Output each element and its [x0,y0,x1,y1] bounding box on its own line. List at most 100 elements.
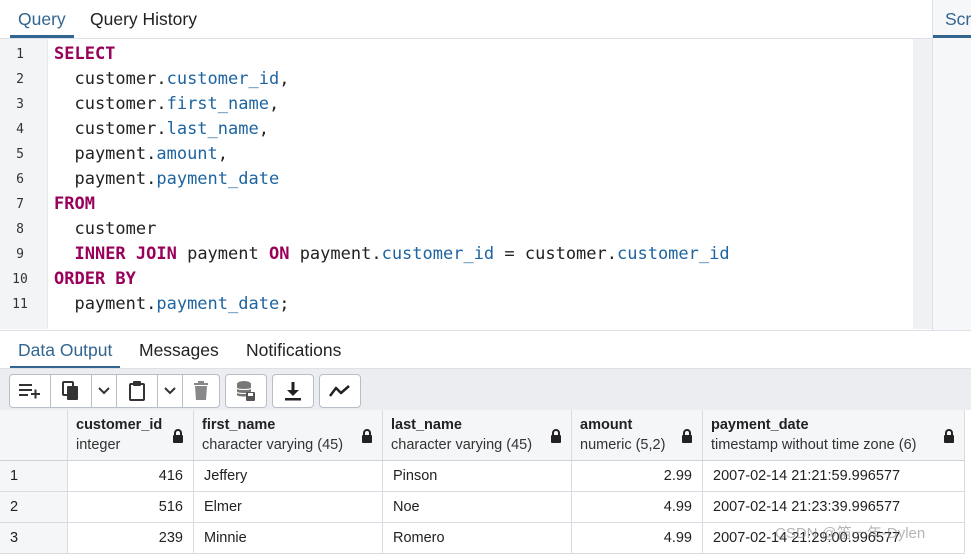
tab-query[interactable]: Query [10,0,74,38]
line-number: 4 [16,122,24,137]
sql-column-name: customer_id [166,69,280,89]
download-icon [285,382,301,401]
code-line: customer.first_name, [54,94,279,114]
paste-button[interactable] [117,375,158,407]
table-row: 2 516 Elmer Noe 4.99 2007-02-14 21:23:39.9965… [0,492,971,523]
graph-icon [329,385,350,397]
sql-keyword: ON [268,244,290,264]
cell-amount[interactable]: 4.99 [572,492,703,523]
output-tab-bar: Data Output Messages Notifications [0,330,971,369]
cell-first-name[interactable]: Elmer [194,492,383,523]
cell-first-name[interactable]: Minnie [194,523,383,554]
sql-column-name: payment_date [156,294,280,314]
cell-payment-date[interactable]: 2007-02-14 21:21:59.996577 [703,461,965,492]
sql-text: customer. [54,119,167,139]
tab-data-output[interactable]: Data Output [10,331,121,369]
chevron-down-icon [164,387,176,395]
sql-column-name: customer_id [617,244,730,264]
line-number: 1 [16,47,24,62]
paste-options-dropdown[interactable] [158,375,183,407]
sql-column-name: last_name [166,119,259,139]
download-button[interactable] [273,375,313,407]
tab-messages[interactable]: Messages [131,331,227,369]
sql-editor[interactable]: 1 2 3 4 5 6 7 8 9 10 11 SELECT customer.customer_i… [0,39,932,329]
column-header-last-name[interactable]: last_name character varying (45) [383,410,572,461]
save-data-button[interactable] [226,375,266,407]
row-number[interactable]: 1 [0,461,68,492]
line-number: 9 [16,247,24,262]
column-header-first-name[interactable]: first_name character varying (45) [194,410,383,461]
sql-text: customer [54,219,157,239]
paste-icon [129,381,145,401]
code-line: customer [54,219,156,239]
sql-text: , [268,94,280,114]
cell-last-name[interactable]: Pinson [383,461,572,492]
tab-notifications[interactable]: Notifications [238,331,349,369]
column-header-payment-date[interactable]: payment_date timestamp without time zone … [703,410,965,461]
cell-customer-id[interactable]: 239 [68,523,194,554]
cell-amount[interactable]: 4.99 [572,523,703,554]
watermark: CSDN @笛一年-Dylen [775,525,926,542]
line-number: 3 [16,97,24,112]
sql-text: payment. [54,144,157,164]
code-line: SELECT [54,44,115,64]
code-line: payment.payment_date [54,169,279,189]
line-number-gutter: 1 2 3 4 5 6 7 8 9 10 11 [0,39,48,329]
cell-amount[interactable]: 2.99 [572,461,703,492]
code-line: customer.last_name, [54,119,269,139]
delete-button[interactable] [183,375,219,407]
row-number[interactable]: 3 [0,523,68,554]
cell-first-name[interactable]: Jeffery [194,461,383,492]
line-number: 5 [16,147,24,162]
sql-text: customer. [54,69,167,89]
save-button-group [225,374,267,408]
line-number: 6 [16,172,24,187]
cell-customer-id[interactable]: 416 [68,461,194,492]
sql-column-name: amount [156,144,218,164]
copy-button[interactable] [51,375,92,407]
column-name: first_name [202,417,276,433]
download-button-group [272,374,314,408]
copy-options-dropdown[interactable] [92,375,117,407]
tab-scratch-pad[interactable]: Scr [945,0,971,38]
sql-text: = customer. [494,244,617,264]
sql-text: customer. [54,94,167,114]
editor-scrollbar[interactable] [913,39,932,329]
add-row-icon [19,384,40,399]
delete-icon [194,381,208,400]
column-header-customer-id[interactable]: customer_id integer [68,410,194,461]
cell-payment-date[interactable]: 2007-02-14 21:23:39.996577 [703,492,965,523]
lock-icon [550,429,562,443]
sql-column-name: first_name [166,94,269,114]
save-data-icon [236,381,255,401]
column-name: last_name [391,417,462,433]
code-area[interactable]: SELECT customer.customer_id, customer.fi… [54,39,912,329]
sql-text: ; [279,294,290,314]
tab-query-history[interactable]: Query History [82,0,205,38]
sql-keyword: ORDER BY [54,269,136,289]
lock-icon [681,429,693,443]
column-name: amount [580,417,633,433]
sql-keyword: SELECT [54,44,116,64]
line-number: 11 [12,297,28,312]
sql-keyword: INNER JOIN [74,244,177,264]
cell-last-name[interactable]: Romero [383,523,572,554]
copy-icon [62,381,78,400]
column-name: payment_date [711,417,809,433]
column-type: character varying (45) [391,437,533,453]
add-row-button[interactable] [10,375,51,407]
graph-visualiser-button[interactable] [320,375,360,407]
row-number[interactable]: 2 [0,492,68,523]
column-header-amount[interactable]: amount numeric (5,2) [572,410,703,461]
code-line: INNER JOIN payment ON payment.customer_i… [54,244,730,264]
sql-text: payment [176,244,269,264]
table-row: 1 416 Jeffery Pinson 2.99 2007-02-14 21:21:59… [0,461,971,492]
cell-customer-id[interactable]: 516 [68,492,194,523]
column-type: timestamp without time zone (6) [711,437,917,453]
code-line: customer.customer_id, [54,69,289,89]
sql-keyword: FROM [54,194,95,214]
code-line: ORDER BY [54,269,136,289]
column-name: customer_id [76,417,163,433]
header-corner[interactable] [0,410,68,461]
cell-last-name[interactable]: Noe [383,492,572,523]
